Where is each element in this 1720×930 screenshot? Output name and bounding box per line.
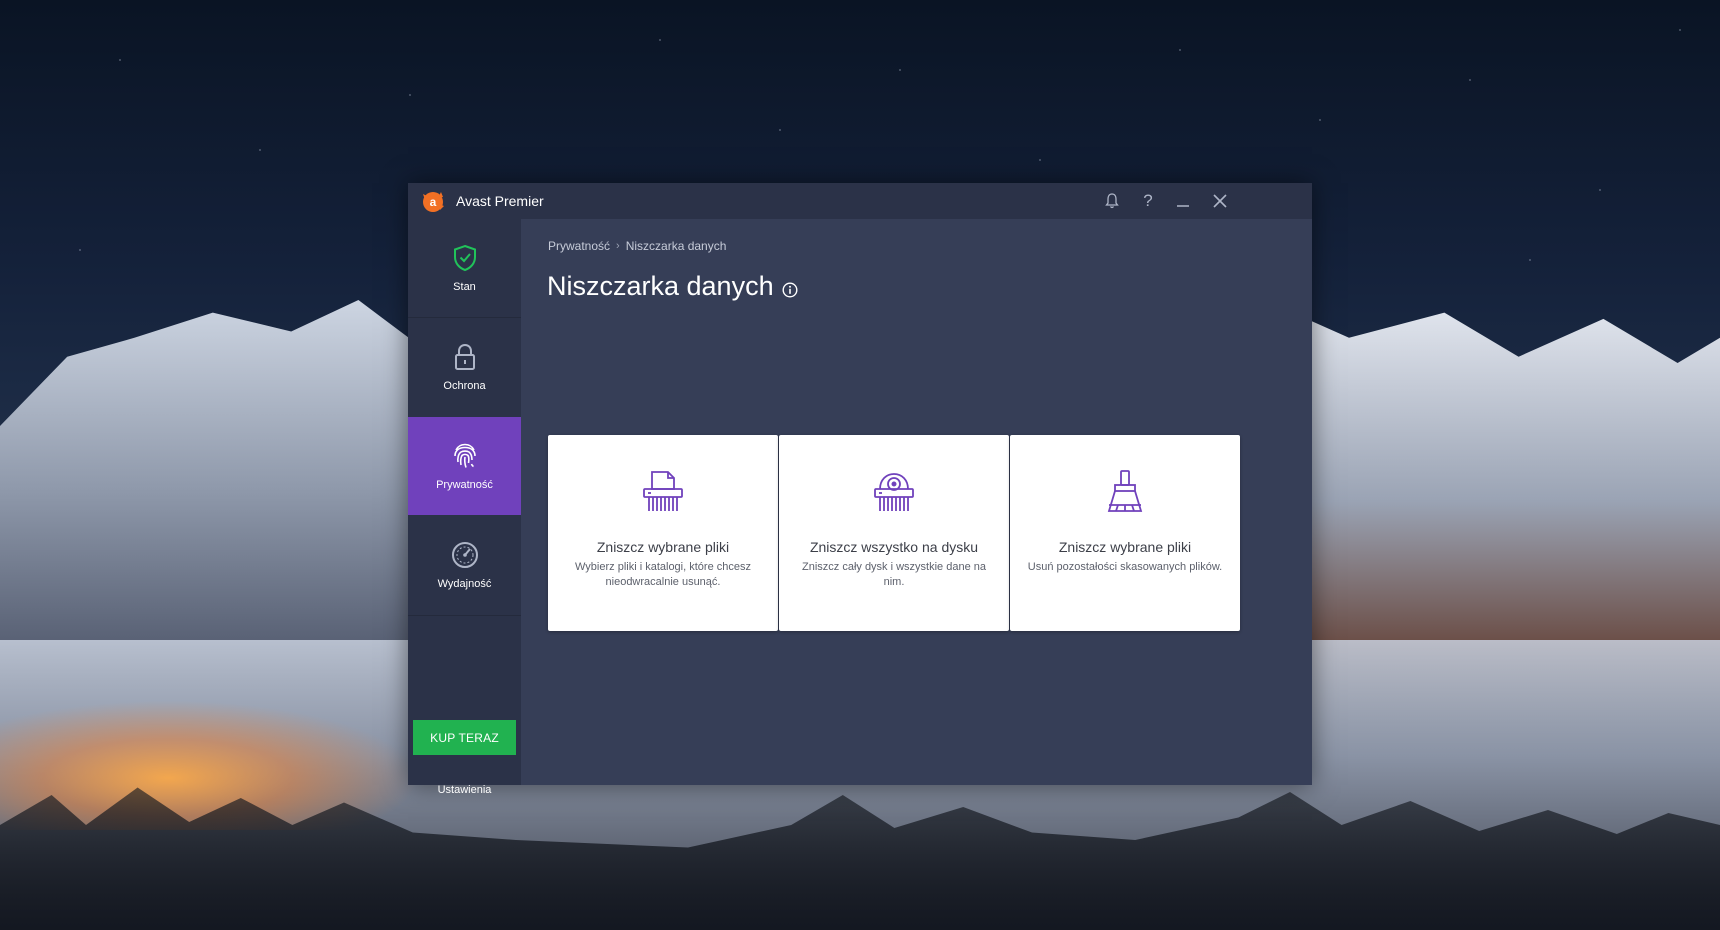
breadcrumb-current: Niszczarka danych — [625, 239, 727, 253]
sidebar-item-label: Stan — [453, 281, 476, 293]
app-window: a Avast Premier ? Stan Ochrona Prywatnoś… — [408, 183, 1312, 796]
card-description: Zniszcz cały dysk i wszystkie dane na ni… — [801, 561, 986, 588]
sidebar-item-prywatnosc[interactable]: Prywatność — [408, 417, 521, 515]
bell-icon[interactable] — [1102, 191, 1122, 211]
fingerprint-icon — [450, 441, 480, 471]
card-title: Zniszcz wybrane pliki — [1058, 539, 1192, 555]
shred-entire-disk-card[interactable]: Zniszcz wszystko na dysku Zniszcz cały d… — [779, 435, 1009, 631]
breadcrumb: Prywatność › Niszczarka danych — [548, 239, 726, 253]
file-shredder-icon — [643, 471, 683, 511]
broom-icon — [1107, 470, 1143, 512]
nav-divider — [408, 615, 521, 616]
shred-deleted-remnants-card[interactable]: Zniszcz wybrane pliki Usuń pozostałości … — [1010, 435, 1240, 631]
breadcrumb-separator: › — [616, 240, 620, 252]
lock-icon — [450, 342, 480, 372]
card-title: Zniszcz wszystko na dysku — [809, 539, 979, 555]
avast-logo: a — [423, 192, 444, 212]
minimize-icon[interactable] — [1173, 191, 1193, 211]
help-icon[interactable]: ? — [1138, 191, 1158, 211]
breadcrumb-parent[interactable]: Prywatność — [548, 239, 610, 253]
svg-text:a: a — [430, 195, 437, 209]
sidebar-item-label: Prywatność — [436, 479, 493, 491]
disk-shredder-icon — [874, 473, 914, 511]
sidebar: Stan Ochrona Prywatność Wydajność KUP TE… — [408, 219, 521, 796]
main-content: Prywatność › Niszczarka danych Niszczark… — [521, 219, 1312, 785]
buy-now-button[interactable]: KUP TERAZ — [413, 720, 516, 755]
sidebar-item-wydajnosc[interactable]: Wydajność — [408, 516, 521, 614]
shred-selected-files-card[interactable]: Zniszcz wybrane pliki Wybierz pliki i ka… — [548, 435, 778, 631]
card-description: Wybierz pliki i katalogi, które chcesz n… — [575, 561, 751, 588]
close-icon[interactable] — [1210, 191, 1230, 211]
sidebar-item-label: Ochrona — [443, 380, 486, 392]
page-title: Niszczarka danych — [547, 271, 774, 301]
help-glyph: ? — [1143, 191, 1153, 210]
title-bar[interactable]: a Avast Premier ? — [408, 183, 1312, 220]
sidebar-item-label: Wydajność — [437, 578, 492, 590]
app-title: Avast Premier — [456, 193, 544, 209]
card-title: Zniszcz wybrane pliki — [596, 539, 730, 555]
sidebar-item-stan[interactable]: Stan — [408, 219, 521, 317]
settings-link[interactable]: Ustawienia — [408, 784, 521, 796]
info-icon[interactable] — [782, 282, 798, 298]
shield-check-icon — [450, 243, 480, 273]
speedometer-icon — [450, 540, 480, 570]
sidebar-item-ochrona[interactable]: Ochrona — [408, 318, 521, 416]
card-description: Usuń pozostałości skasowanych plików. — [1027, 561, 1223, 573]
